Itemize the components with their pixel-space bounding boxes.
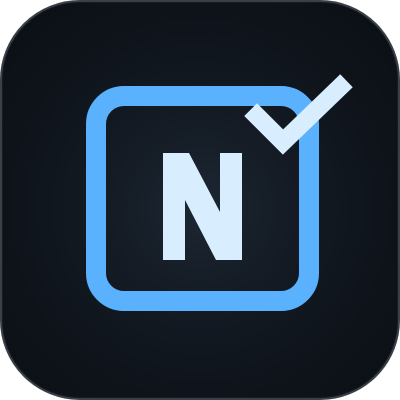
app-icon[interactable]: N — [0, 0, 400, 400]
app-letter-shape — [163, 153, 242, 260]
app-letter: N — [2, 2, 14, 6]
notes-app-icon: N — [2, 2, 353, 311]
